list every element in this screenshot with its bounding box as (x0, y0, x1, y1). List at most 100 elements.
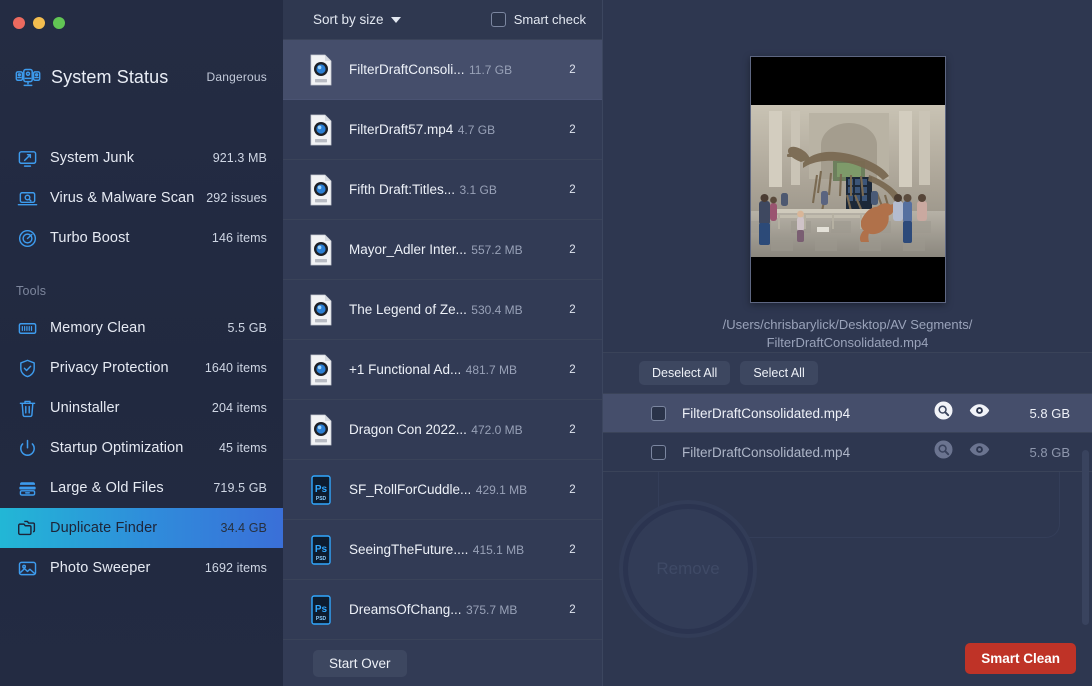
mp4-file-icon (307, 114, 335, 146)
file-size: 415.1 MB (472, 542, 525, 557)
duplicate-group-row[interactable]: FilterDraft57.mp4 4.7 GB 2 (283, 100, 602, 160)
file-name: FilterDraft57.mp4 (349, 121, 454, 137)
duplicate-group-row[interactable]: +1 Functional Ad... 481.7 MB 2 (283, 340, 602, 400)
duplicate-file-name: FilterDraftConsolidated.mp4 (682, 405, 851, 421)
turbo-boost-icon (16, 227, 38, 249)
sidebar-item-system-junk[interactable]: System Junk 921.3 MB (0, 138, 283, 178)
psd-file-icon: Ps PSD (307, 594, 335, 626)
duplicate-group-row[interactable]: Mayor_Adler Inter... 557.2 MB 2 (283, 220, 602, 280)
duplicate-group-row[interactable]: The Legend of Ze... 530.4 MB 2 (283, 280, 602, 340)
duplicate-file-row[interactable]: FilterDraftConsolidated.mp4 5.8 GB (603, 433, 1092, 472)
sort-by-dropdown[interactable]: Sort by size (313, 12, 401, 27)
duplicate-group-row[interactable]: Ps PSD SeeingTheFuture.... 415.1 MB 2 (283, 520, 602, 580)
sidebar-item-meta: 921.3 MB (212, 151, 267, 165)
duplicate-count-badge: 2 (569, 183, 576, 196)
detail-panel: /Users/chrisbarylick/Desktop/AV Segments… (603, 0, 1092, 686)
duplicate-count-badge: 2 (569, 603, 576, 616)
duplicate-files-list: FilterDraftConsolidated.mp4 5.8 GB Filte… (603, 394, 1092, 472)
duplicate-file-actions (934, 401, 990, 425)
sidebar-item-uninstaller[interactable]: Uninstaller 204 items (0, 388, 283, 428)
app-window: System Status Dangerous System Junk 921.… (0, 0, 1092, 686)
duplicate-groups-panel: Sort by size Smart check FilterDraftCons… (283, 0, 603, 686)
reveal-in-finder-icon[interactable] (934, 401, 953, 425)
duplicate-file-row[interactable]: FilterDraftConsolidated.mp4 5.8 GB (603, 394, 1092, 433)
sidebar-item-label: Large & Old Files (50, 480, 164, 496)
duplicate-file-size: 5.8 GB (1029, 405, 1070, 421)
duplicate-count-badge: 2 (569, 123, 576, 136)
duplicate-group-row[interactable]: Ps PSD DreamsOfChang... 375.7 MB 2 (283, 580, 602, 639)
smart-clean-button[interactable]: Smart Clean (965, 643, 1076, 674)
sidebar-item-privacy-protection[interactable]: Privacy Protection 1640 items (0, 348, 283, 388)
mp4-file-icon (307, 54, 335, 86)
sidebar-item-label: Memory Clean (50, 320, 146, 336)
file-size: 557.2 MB (471, 242, 523, 257)
duplicate-group-info: SeeingTheFuture.... 415.1 MB (349, 541, 547, 559)
quick-look-eye-icon[interactable] (969, 403, 990, 423)
minimize-button[interactable] (33, 17, 45, 29)
mov-file-icon (307, 174, 335, 206)
file-size: 375.7 MB (466, 602, 518, 617)
psd-file-icon: Ps PSD (307, 534, 335, 566)
system-status-title: System Status (51, 66, 169, 87)
duplicate-group-row[interactable]: Dragon Con 2022... 472.0 MB 2 (283, 400, 602, 460)
trash-icon (16, 397, 38, 419)
duplicate-groups-list[interactable]: FilterDraftConsoli... 11.7 GB 2 FilterDr… (283, 40, 602, 639)
duplicate-file-name: FilterDraftConsolidated.mp4 (682, 444, 851, 460)
duplicate-group-row[interactable]: Fifth Draft:Titles... 3.1 GB 2 (283, 160, 602, 220)
select-all-button[interactable]: Select All (740, 361, 818, 385)
svg-text:PSD: PSD (316, 496, 327, 502)
duplicate-file-checkbox[interactable] (651, 405, 666, 421)
list-footer: Start Over (283, 639, 602, 686)
detail-scrollbar[interactable] (1082, 450, 1089, 625)
duplicate-group-row[interactable]: FilterDraftConsoli... 11.7 GB 2 (283, 40, 602, 100)
list-toolbar: Sort by size Smart check (283, 0, 602, 40)
sort-by-label: Sort by size (313, 12, 384, 27)
sidebar-item-startup-optimization[interactable]: Startup Optimization 45 items (0, 428, 283, 468)
file-size: 481.7 MB (465, 362, 518, 377)
sidebar-item-duplicate-finder[interactable]: Duplicate Finder 34.4 GB (0, 508, 283, 548)
smart-check-toggle[interactable]: Smart check (490, 12, 586, 27)
system-status-row[interactable]: System Status Dangerous (14, 63, 267, 91)
start-over-button[interactable]: Start Over (313, 649, 407, 677)
sidebar-item-label: Photo Sweeper (50, 560, 151, 576)
duplicate-file-checkbox[interactable] (651, 444, 666, 460)
duplicate-count-badge: 2 (569, 483, 576, 496)
sidebar-item-large-old-files[interactable]: Large & Old Files 719.5 GB (0, 468, 283, 508)
preview-file-path: /Users/chrisbarylick/Desktop/AV Segments… (668, 316, 1028, 352)
mp4-file-icon (307, 414, 335, 446)
reveal-in-finder-icon[interactable] (934, 440, 953, 464)
sidebar-item-memory-clean[interactable]: Memory Clean 5.5 GB (0, 308, 283, 348)
sidebar-item-turbo-boost[interactable]: Turbo Boost 146 items (0, 218, 283, 258)
preview-area: /Users/chrisbarylick/Desktop/AV Segments… (603, 0, 1092, 352)
file-size: 11.7 GB (468, 62, 513, 77)
mov-file-icon (307, 234, 335, 266)
duplicate-group-info: +1 Functional Ad... 481.7 MB (349, 361, 547, 379)
sidebar-item-virus-malware-scan[interactable]: Virus & Malware Scan 292 issues (0, 178, 283, 218)
smart-check-checkbox[interactable] (490, 12, 506, 27)
mov-file-icon (307, 294, 335, 326)
file-name: DreamsOfChang... (349, 601, 462, 617)
duplicate-group-info: Dragon Con 2022... 472.0 MB (349, 421, 547, 439)
preview-path-line2: FilterDraftConsolidated.mp4 (766, 335, 929, 350)
sidebar-item-meta: 204 items (211, 401, 267, 415)
file-name: SF_RollForCuddle... (349, 481, 472, 497)
deselect-all-button[interactable]: Deselect All (639, 361, 731, 385)
file-name: The Legend of Ze... (349, 301, 467, 317)
file-name: Dragon Con 2022... (349, 421, 467, 437)
duplicate-count-badge: 2 (569, 423, 576, 436)
close-button[interactable] (13, 17, 25, 29)
system-status-value: Dangerous (206, 70, 267, 84)
zoom-button[interactable] (53, 17, 65, 29)
duplicate-folder-icon (16, 517, 38, 539)
quick-look-eye-icon[interactable] (969, 442, 990, 462)
duplicate-group-row[interactable]: Ps PSD SF_RollForCuddle... 429.1 MB 2 (283, 460, 602, 520)
chevron-down-icon (390, 16, 401, 23)
selection-actions-bar: Deselect All Select All (603, 352, 1092, 394)
sidebar-item-photo-sweeper[interactable]: Photo Sweeper 1692 items (0, 548, 283, 588)
remove-button[interactable]: Remove (623, 504, 753, 634)
svg-text:PSD: PSD (316, 616, 327, 622)
file-size: 3.1 GB (459, 182, 497, 197)
sidebar-item-label: Virus & Malware Scan (50, 190, 195, 206)
duplicate-count-badge: 2 (569, 243, 576, 256)
system-status-icon (14, 63, 42, 91)
